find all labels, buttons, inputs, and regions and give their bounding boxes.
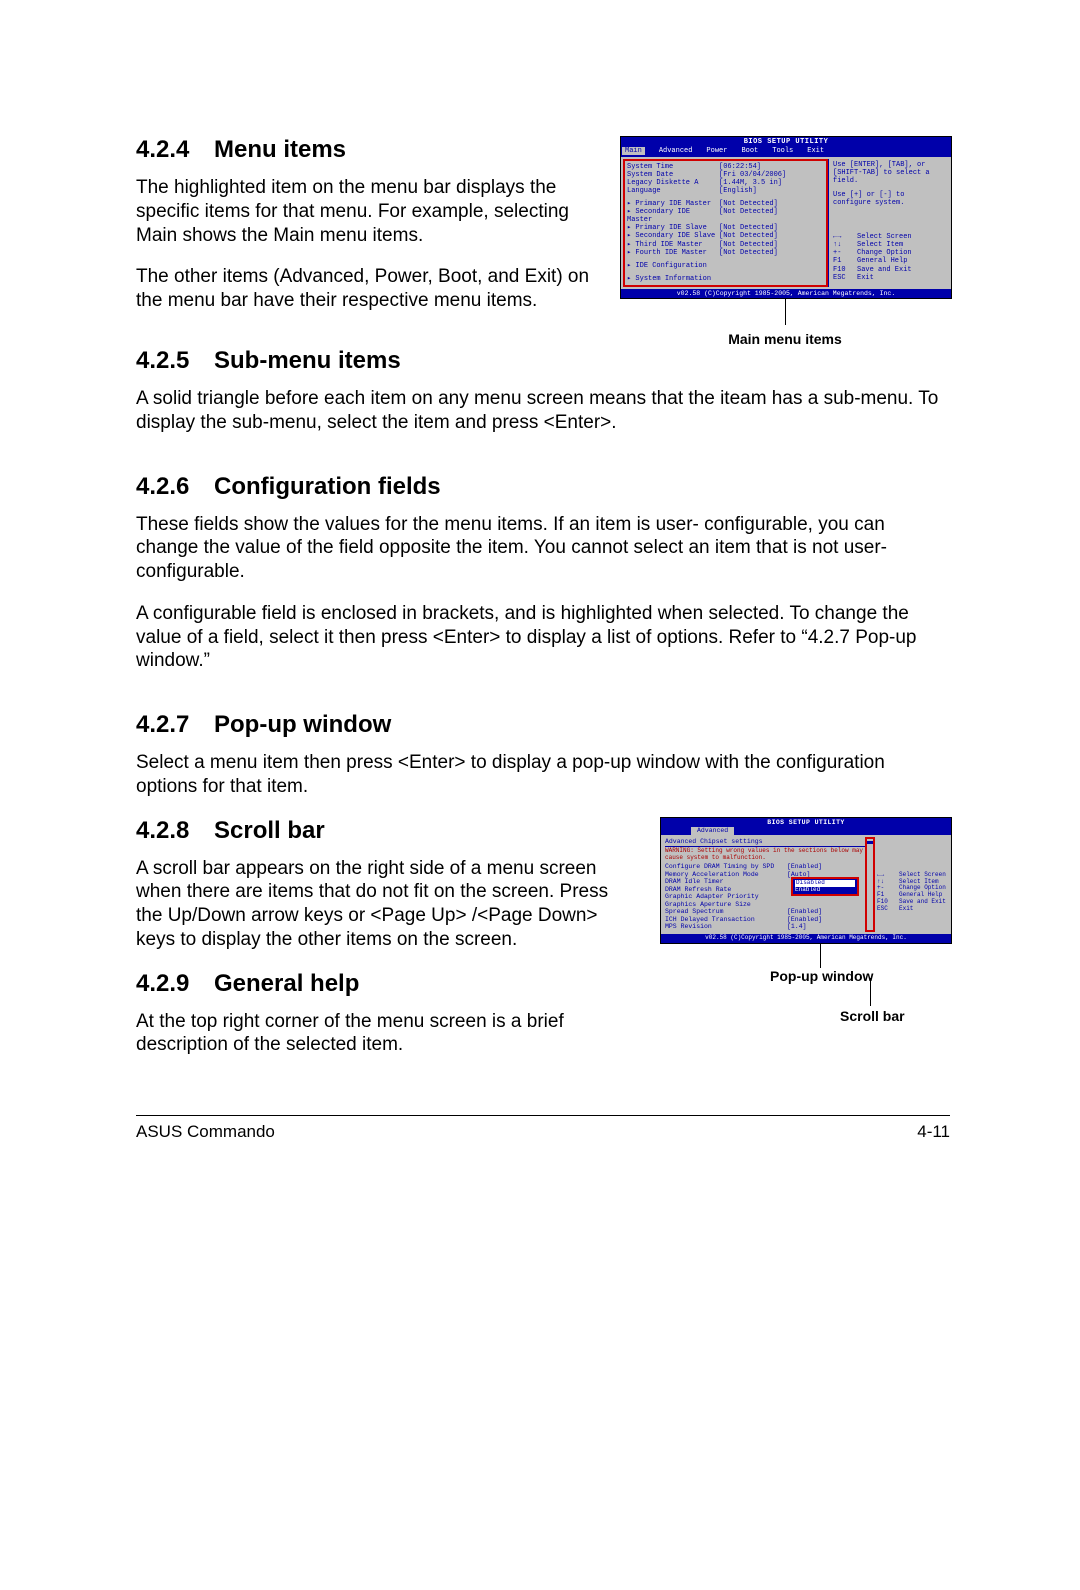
bios-screenshot-popup: BIOS SETUP UTILITY Advanced Advanced Chi… <box>660 817 950 1025</box>
para-424-2: The other items (Advanced, Power, Boot, … <box>136 265 604 313</box>
heading-424: 4.2.4 Menu items <box>136 136 604 164</box>
bios1-main-column: System Time[06:22:54] System Date[Fri 03… <box>623 159 828 287</box>
heading-429: 4.2.9 General help <box>136 970 636 998</box>
para-428-1: A scroll bar appears on the right side o… <box>136 857 636 952</box>
para-426-1: These fields show the values for the men… <box>136 513 950 584</box>
heading-427: 4.2.7 Pop-up window <box>136 711 950 739</box>
caption-scroll: Scroll bar <box>840 1008 950 1024</box>
bios2-popup: Disabled Enabled <box>791 877 859 897</box>
page-footer: ASUS Commando 4-11 <box>136 1122 950 1142</box>
heading-425: 4.2.5 Sub-menu items <box>136 347 950 375</box>
bios-screenshot-main: BIOS SETUP UTILITY Main Advanced Power B… <box>620 136 950 347</box>
para-427-1: Select a menu item then press <Enter> to… <box>136 751 950 799</box>
para-426-2: A configurable field is enclosed in brac… <box>136 602 950 673</box>
bios1-menubar: Main Advanced Power Boot Tools Exit <box>621 147 951 157</box>
para-425-1: A solid triangle before each item on any… <box>136 387 950 435</box>
bios2-scrollbar <box>865 837 875 933</box>
bios1-help-column: Use [ENTER], [TAB], or [SHIFT-TAB] to se… <box>828 159 949 287</box>
footer-rule <box>136 1115 950 1116</box>
heading-426: 4.2.6 Configuration fields <box>136 473 950 501</box>
caption-main-items: Main menu items <box>620 331 950 347</box>
heading-428: 4.2.8 Scroll bar <box>136 817 636 845</box>
caption-popup: Pop-up window <box>770 968 950 984</box>
para-424-1: The highlighted item on the menu bar dis… <box>136 176 604 247</box>
footer-right: 4-11 <box>917 1122 950 1142</box>
para-429-1: At the top right corner of the menu scre… <box>136 1010 636 1058</box>
footer-left: ASUS Commando <box>136 1122 275 1142</box>
